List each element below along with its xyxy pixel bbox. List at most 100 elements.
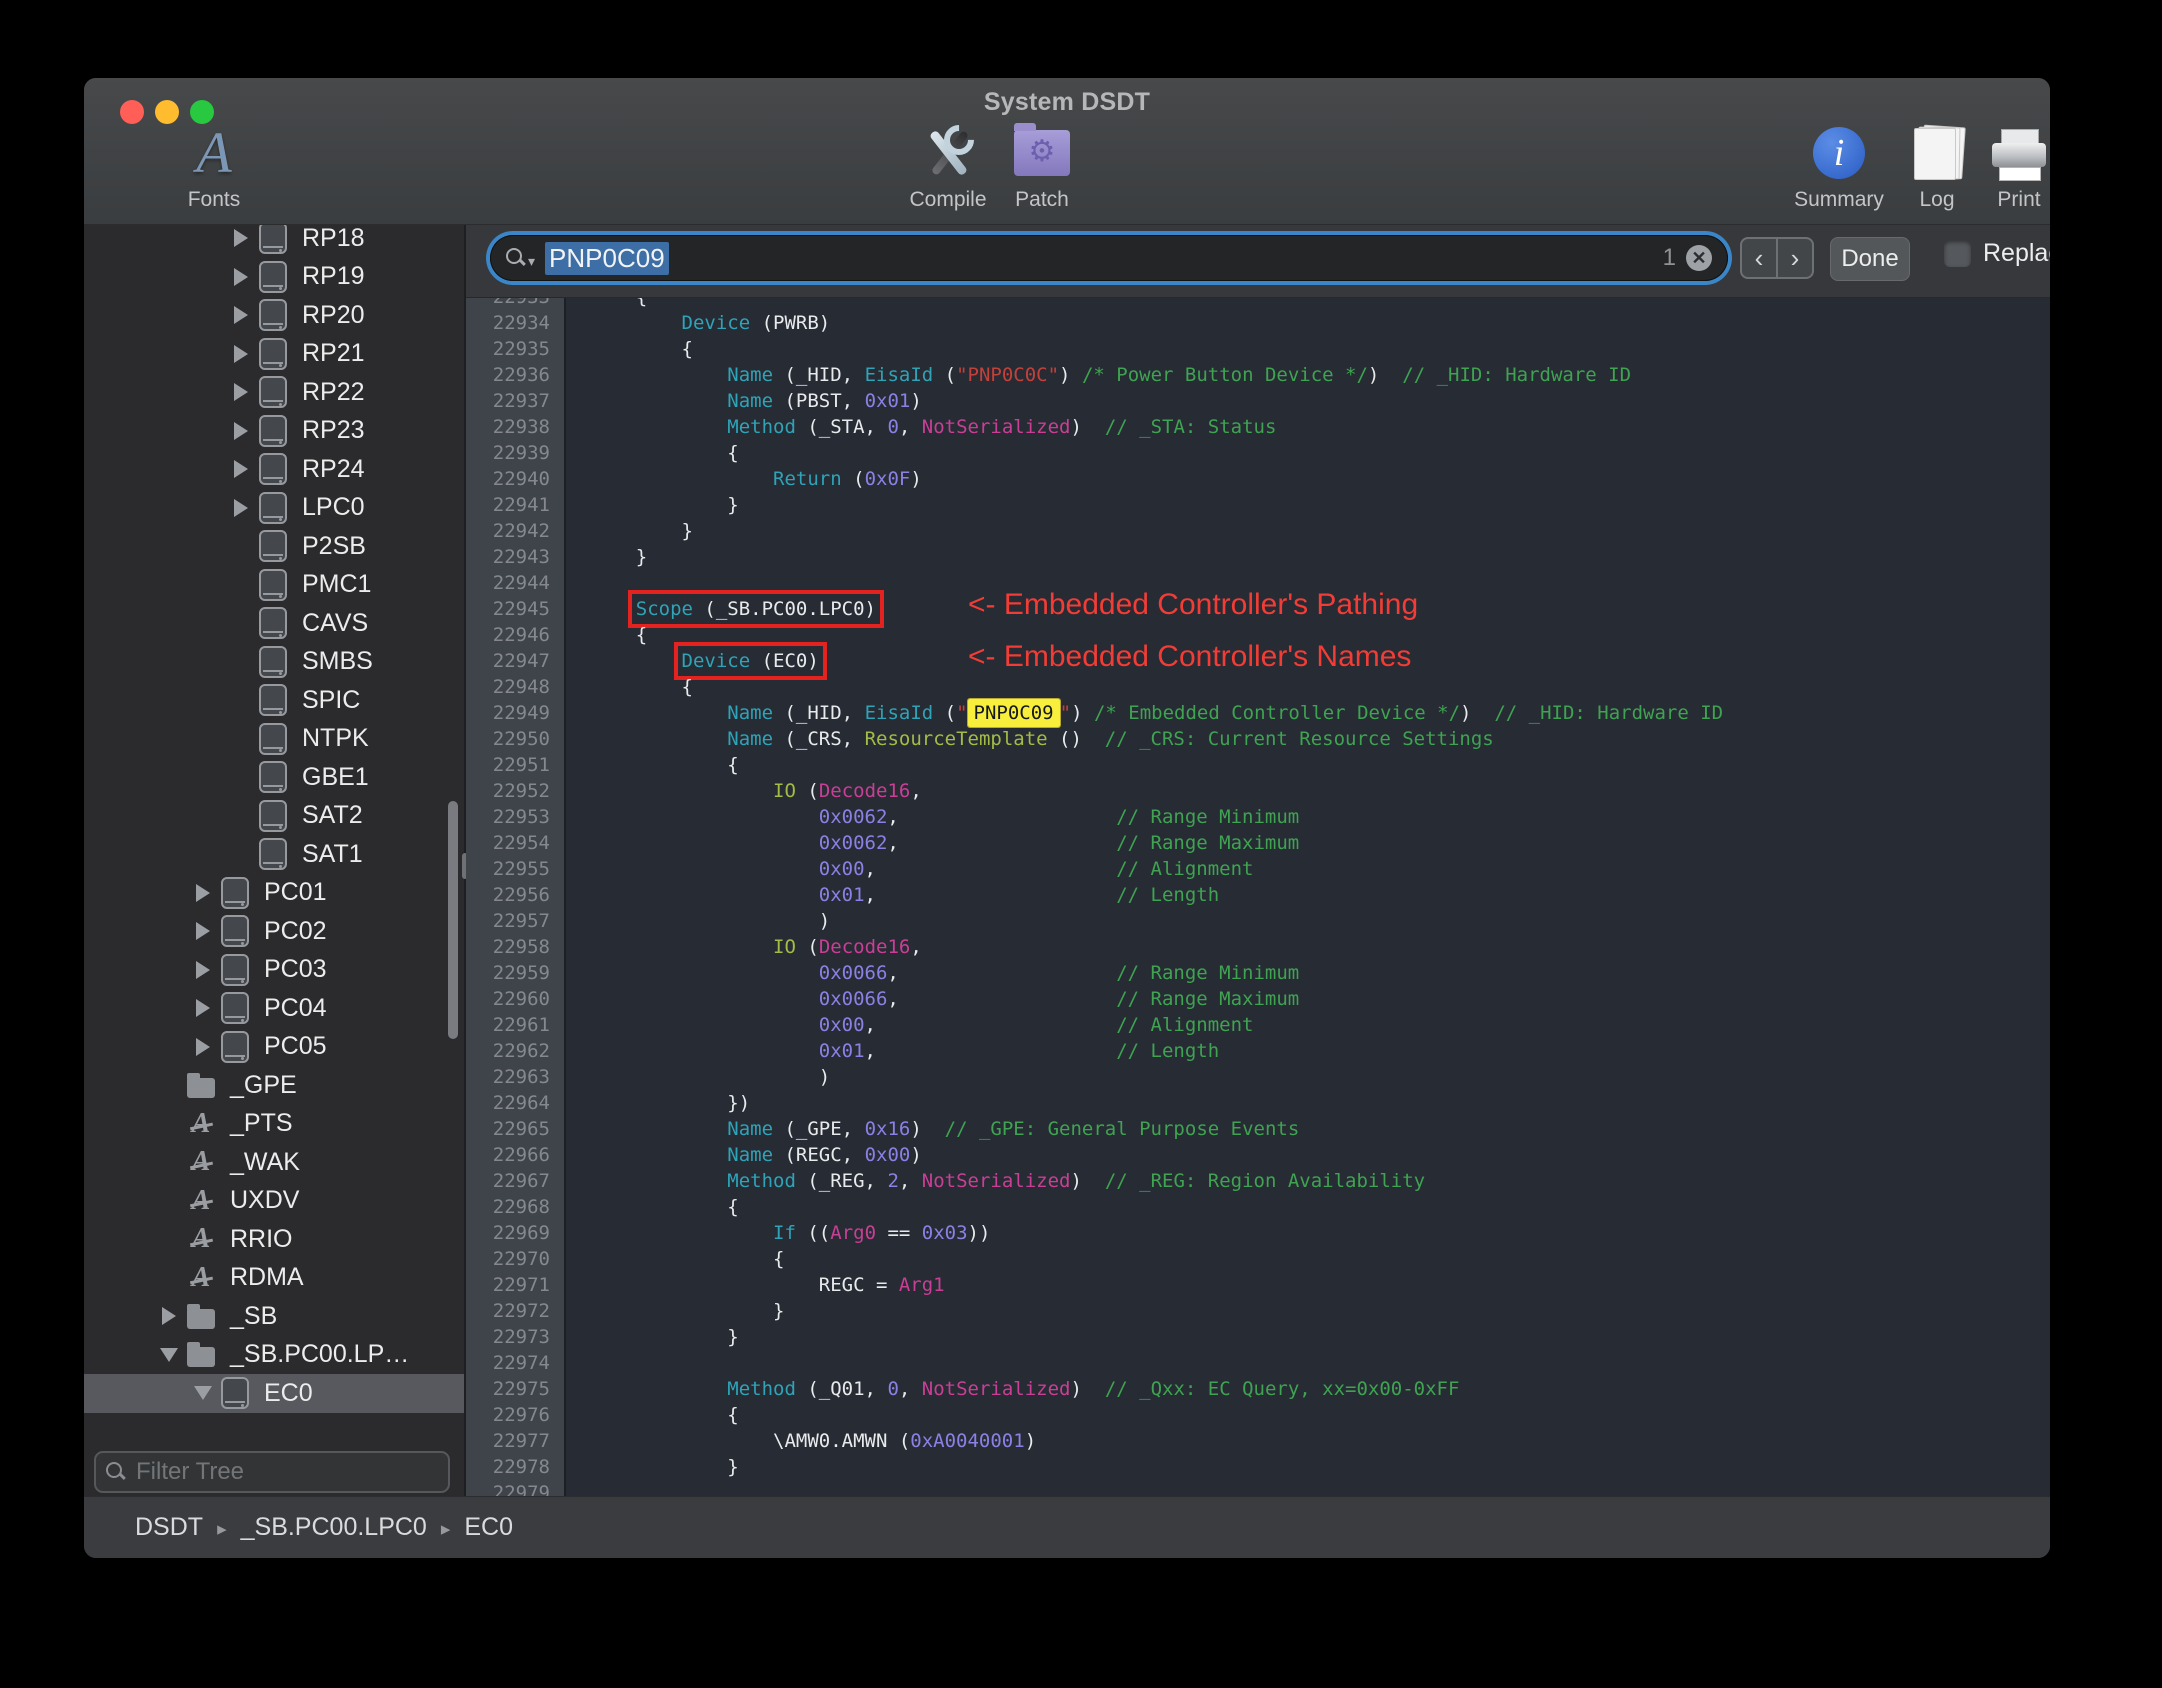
disclosure-closed-icon[interactable] (226, 460, 256, 478)
code-token: (_CRS, (773, 728, 865, 750)
tree-item-RP18[interactable]: RP18 (84, 225, 464, 258)
tree-item-PC04[interactable]: PC04 (84, 989, 464, 1028)
code-line-22951: { (590, 752, 2050, 778)
tree-item-PMC1[interactable]: PMC1 (84, 566, 464, 605)
code-editor[interactable]: 22933 22934 22935 22936 22937 22938 22939 22940… (466, 298, 2050, 1496)
tree-item-PC05[interactable]: PC05 (84, 1028, 464, 1067)
tree-item-label: SAT1 (302, 839, 363, 868)
disclosure-closed-icon[interactable] (226, 229, 256, 247)
tree-item-RDMA[interactable]: A RDMA (84, 1259, 464, 1298)
code-line-22964: }) (590, 1090, 2050, 1116)
replace-checkbox[interactable] (1944, 240, 1971, 267)
folder-icon (184, 1342, 218, 1368)
patch-button[interactable]: ⚙ Patch (972, 122, 1112, 212)
disclosure-open-icon[interactable] (154, 1348, 184, 1362)
tree-item-LPC0[interactable]: LPC0 (84, 489, 464, 528)
clear-search-icon[interactable]: ✕ (1686, 245, 1712, 271)
line-number: 22963 (492, 1066, 550, 1088)
folder-icon (184, 1303, 218, 1329)
find-input[interactable]: ▾ PNP0C09 1 ✕ (490, 235, 1728, 281)
tree-item-_PTS[interactable]: A _PTS (84, 1105, 464, 1144)
code-line-22945: Scope (_SB.PC00.LPC0) <- Embedded Control… (590, 590, 2050, 628)
code-token: { (590, 676, 693, 698)
tree-item-CAVS[interactable]: CAVS (84, 604, 464, 643)
line-number: 22979 (492, 1482, 550, 1496)
line-number: 22953 (492, 806, 550, 828)
tree-item-P2SB[interactable]: P2SB (84, 527, 464, 566)
disclosure-closed-icon[interactable] (188, 999, 218, 1017)
code-token: (_STA, (795, 416, 888, 438)
tree-item-SMBS[interactable]: SMBS (84, 643, 464, 682)
disclosure-open-icon[interactable] (188, 1386, 218, 1400)
code-line-22972: } (590, 1298, 2050, 1324)
device-icon (256, 568, 290, 601)
tree-item-SAT1[interactable]: SAT1 (84, 835, 464, 874)
tree-item-RP21[interactable]: RP21 (84, 335, 464, 374)
line-number: 22941 (492, 494, 550, 516)
code-line-22969: If ((Arg0 == 0x03)) (590, 1220, 2050, 1246)
tree-item-_SB.PC00.LP…[interactable]: _SB.PC00.LP… (84, 1336, 464, 1375)
device-tree-sidebar: RP18 RP19 RP20 RP21 RP22 RP23 RP24 LPC0 P2SB PMC1… (84, 225, 464, 1496)
tree-item-PC03[interactable]: PC03 (84, 951, 464, 990)
code-line-22949: Name (_HID, EisaId (" PNP0C09 ") /* Embedd… (590, 699, 2050, 727)
disclosure-closed-icon[interactable] (226, 383, 256, 401)
tree-item-RP22[interactable]: RP22 (84, 373, 464, 412)
breadcrumb-item[interactable]: _SB.PC00.LPC0 (241, 1513, 427, 1541)
done-button[interactable]: Done (1830, 237, 1910, 281)
tree-item-PC02[interactable]: PC02 (84, 912, 464, 951)
disclosure-closed-icon[interactable] (226, 268, 256, 286)
tree-item-EC0[interactable]: EC0 (84, 1374, 464, 1413)
tree-item-RP24[interactable]: RP24 (84, 450, 464, 489)
tree-item-UXDV[interactable]: A UXDV (84, 1182, 464, 1221)
line-number: 22976 (492, 1404, 550, 1426)
tree-item-SPIC[interactable]: SPIC (84, 681, 464, 720)
code-token: , (910, 936, 922, 958)
tree-item-label: RRIO (230, 1224, 293, 1253)
code-token: }) (590, 1092, 751, 1114)
disclosure-closed-icon[interactable] (226, 499, 256, 517)
disclosure-closed-icon[interactable] (188, 884, 218, 902)
code-token: { (590, 754, 739, 776)
disclosure-closed-icon[interactable] (226, 422, 256, 440)
tree-item-NTPK[interactable]: NTPK (84, 720, 464, 759)
code-token: , (910, 780, 922, 802)
code-token: ( (795, 936, 819, 958)
code-token: // _GPE: General Purpose Events (944, 1118, 1300, 1140)
sidebar-scrollbar[interactable] (448, 801, 458, 1039)
device-icon (218, 1030, 252, 1063)
breadcrumb-item[interactable]: DSDT (135, 1513, 203, 1541)
disclosure-closed-icon[interactable] (154, 1307, 184, 1325)
filter-tree-input[interactable]: Filter Tree (94, 1451, 450, 1493)
tree-item-_GPE[interactable]: _GPE (84, 1066, 464, 1105)
code-token: { (590, 338, 693, 360)
tree-item-RP20[interactable]: RP20 (84, 296, 464, 335)
find-previous-button[interactable]: ‹ (1740, 237, 1778, 279)
code-token: (_GPE, (773, 1118, 865, 1140)
disclosure-closed-icon[interactable] (188, 961, 218, 979)
fonts-button[interactable]: A Fonts (144, 122, 284, 212)
print-button[interactable]: Print (1949, 122, 2050, 212)
disclosure-closed-icon[interactable] (188, 1038, 218, 1056)
tree-item-_SB[interactable]: _SB (84, 1297, 464, 1336)
line-number: 22961 (492, 1014, 550, 1036)
tree-item-RP19[interactable]: RP19 (84, 258, 464, 297)
tree-item-label: PMC1 (302, 570, 372, 599)
disclosure-closed-icon[interactable] (188, 922, 218, 940)
search-highlight: PNP0C09 (967, 699, 1060, 727)
tree-item-RP23[interactable]: RP23 (84, 412, 464, 451)
find-next-button[interactable]: › (1776, 237, 1814, 279)
code-token: (_HID, (773, 364, 865, 386)
disclosure-closed-icon[interactable] (226, 345, 256, 363)
chevron-down-icon[interactable]: ▾ (528, 253, 535, 270)
tree-item-_WAK[interactable]: A _WAK (84, 1143, 464, 1182)
tree-item-PC01[interactable]: PC01 (84, 874, 464, 913)
tree-item-SAT2[interactable]: SAT2 (84, 797, 464, 836)
tree-item-GBE1[interactable]: GBE1 (84, 758, 464, 797)
breadcrumb-item[interactable]: EC0 (464, 1513, 513, 1541)
tree-item-RRIO[interactable]: A RRIO (84, 1220, 464, 1259)
disclosure-closed-icon[interactable] (226, 306, 256, 324)
code-token: } (590, 1456, 739, 1478)
